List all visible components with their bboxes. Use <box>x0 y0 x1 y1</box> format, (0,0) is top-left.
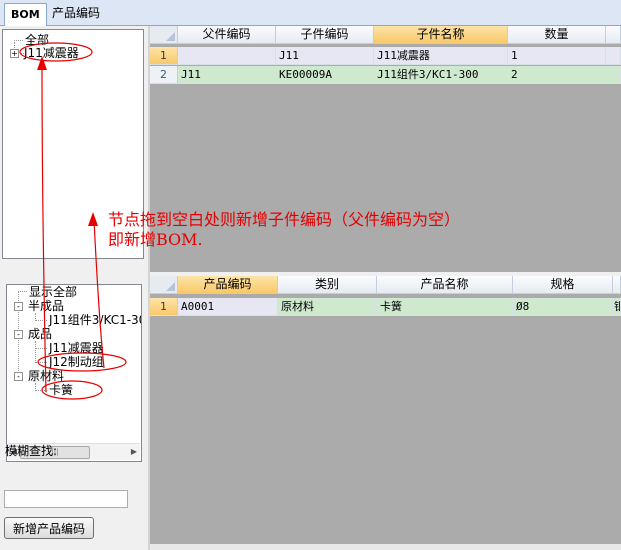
column-header[interactable]: 产品编码 <box>178 276 278 294</box>
grid-cell-filler <box>606 47 621 65</box>
column-header[interactable]: 父件编码 <box>178 26 276 44</box>
grid-cell[interactable]: J11 <box>178 66 276 84</box>
scroll-right-icon[interactable]: ▶ <box>129 446 139 458</box>
collapse-icon[interactable]: - <box>14 302 23 311</box>
scrollbar-stub[interactable] <box>150 544 621 550</box>
column-header[interactable]: 类别 <box>278 276 377 294</box>
annotation-line-2: 即新增BOM. <box>108 230 203 249</box>
grid-cell[interactable]: 2 <box>508 66 606 84</box>
column-header[interactable]: 产品名称 <box>377 276 513 294</box>
tree-line <box>35 390 47 391</box>
grid-cell-overflow[interactable]: 银 <box>613 298 621 316</box>
grid-cell[interactable]: A0001 <box>178 298 278 316</box>
collapse-icon[interactable]: - <box>14 330 23 339</box>
category-tree[interactable]: 显示全部 - 半成品 J11组件3/KC1-30 - 成品 J11减震器 J12… <box>6 284 142 462</box>
column-header-filler <box>613 276 621 294</box>
tab-product-code[interactable]: 产品编码 <box>46 3 106 24</box>
tree-node-raw-material[interactable]: 原材料 <box>28 369 64 383</box>
tree-line <box>35 320 47 321</box>
left-pane: 全部 + J11减震器 显示全部 - 半成品 J11组件3/KC1-30 - 成… <box>0 26 148 550</box>
tree-line <box>35 341 36 363</box>
row-header[interactable]: 1 <box>150 298 178 316</box>
grid-cell-filler <box>606 66 621 84</box>
tree-node-item[interactable]: J11组件3/KC1-30 <box>49 313 141 327</box>
expand-icon[interactable]: + <box>10 49 19 58</box>
column-header[interactable]: 规格 <box>513 276 613 294</box>
grid-cell[interactable] <box>178 47 276 65</box>
tab-bar: BOM 产品编码 <box>0 0 621 26</box>
tree-node-item[interactable]: J12制动组 <box>49 355 104 369</box>
grid-cell[interactable]: Ø8 <box>513 298 613 316</box>
grid-cell[interactable]: 卡簧 <box>377 298 513 316</box>
tree-node-show-all[interactable]: 显示全部 <box>29 285 77 299</box>
column-header[interactable]: 子件编码 <box>276 26 374 44</box>
row-header[interactable]: 1 <box>150 47 178 65</box>
grid-corner[interactable] <box>150 26 178 44</box>
tree-node-j11[interactable]: J11减震器 <box>24 46 79 60</box>
grid-cell[interactable]: 1 <box>508 47 606 65</box>
tab-bom[interactable]: BOM <box>4 3 47 26</box>
tree-node-all[interactable]: 全部 <box>25 33 49 47</box>
search-label: 模糊查找: <box>5 444 58 458</box>
tree-line <box>18 291 27 292</box>
column-header[interactable]: 数量 <box>508 26 606 44</box>
grid-cell[interactable]: KE00009A <box>276 66 374 84</box>
annotation-line-1: 节点拖到空白处则新增子件编码（父件编码为空） <box>108 210 461 229</box>
add-product-code-button[interactable]: 新增产品编码 <box>4 517 94 539</box>
grid-cell[interactable]: J11组件3/KC1-300 <box>374 66 508 84</box>
tree-node-semi-finished[interactable]: 半成品 <box>28 299 64 313</box>
grid-cell[interactable]: 原材料 <box>278 298 377 316</box>
annotation-text: 节点拖到空白处则新增子件编码（父件编码为空） 即新增BOM. <box>108 210 460 250</box>
collapse-icon[interactable]: - <box>14 372 23 381</box>
tree-line <box>14 40 23 41</box>
column-header-filler <box>606 26 621 44</box>
column-header[interactable]: 子件名称 <box>374 26 508 44</box>
tree-node-item[interactable]: 卡簧 <box>49 383 73 397</box>
grid-corner[interactable] <box>150 276 178 294</box>
product-grid[interactable]: 产品编码 类别 产品名称 规格 1 A0001 原材料 卡簧 Ø8 银 <box>150 276 621 550</box>
tree-line <box>35 362 47 363</box>
tree-node-finished[interactable]: 成品 <box>28 327 52 341</box>
grid-cell[interactable]: J11 <box>276 47 374 65</box>
row-header[interactable]: 2 <box>150 66 178 84</box>
tree-line <box>35 348 47 349</box>
tree-node-item[interactable]: J11减震器 <box>49 341 104 355</box>
grid-cell[interactable]: J11减震器 <box>374 47 508 65</box>
search-input[interactable] <box>4 490 128 508</box>
